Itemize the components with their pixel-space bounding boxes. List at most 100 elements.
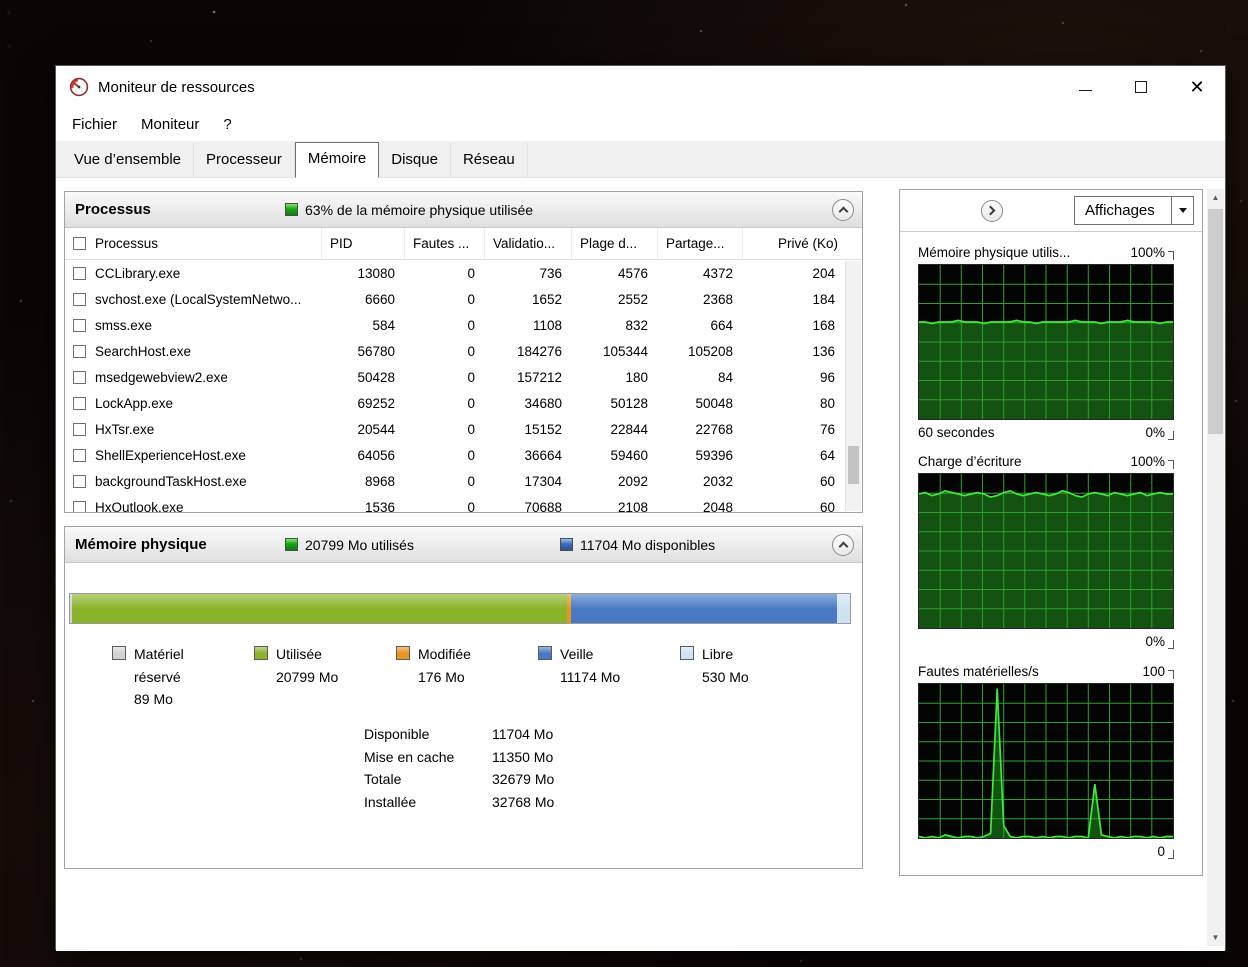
column-header-pid[interactable]: PID bbox=[322, 228, 405, 259]
graph-min-label: 0% bbox=[1145, 425, 1165, 440]
memory-available-text: 11704 Mo disponibles bbox=[580, 536, 716, 553]
tab-r-seau[interactable]: Réseau bbox=[451, 143, 528, 177]
processes-panel-title: Processus bbox=[75, 201, 151, 218]
resource-monitor-window: Moniteur de ressources ✕ Fichier Moniteur… bbox=[55, 65, 1226, 951]
legend-item-mat-riel: Matériel réservé 89 Mo bbox=[112, 643, 254, 711]
graph-max-label: 100% bbox=[1130, 454, 1165, 469]
graph-min-label: 0 bbox=[1157, 844, 1165, 859]
column-header-processus[interactable]: Processus bbox=[65, 228, 322, 259]
column-header-validatio[interactable]: Validatio... bbox=[485, 228, 572, 259]
scale-tick-top bbox=[1168, 251, 1174, 260]
minimize-button[interactable] bbox=[1057, 66, 1113, 108]
graph-plot-area bbox=[918, 264, 1174, 420]
process-checkbox[interactable] bbox=[73, 266, 86, 280]
chevron-right-icon bbox=[985, 205, 996, 216]
memory-bar-segment-utilis-e bbox=[72, 594, 568, 623]
process-checkbox[interactable] bbox=[73, 318, 86, 332]
column-header-partage[interactable]: Partage... bbox=[658, 228, 743, 259]
scale-tick-bottom bbox=[1168, 431, 1174, 440]
process-row[interactable]: CCLibrary.exe 13080 0 736 4576 4372 204 bbox=[65, 260, 845, 286]
memory-stats: Disponible 11704 Mo Mise en cache 11350 Mo T… bbox=[364, 723, 554, 813]
maximize-button[interactable] bbox=[1113, 66, 1169, 108]
title-bar[interactable]: Moniteur de ressources ✕ bbox=[56, 66, 1225, 108]
physical-memory-panel: Mémoire physique 20799 Mo utilisés 11704… bbox=[64, 526, 863, 869]
tab-vue-d-ensemble[interactable]: Vue d’ensemble bbox=[62, 143, 195, 177]
memory-available-icon bbox=[560, 538, 573, 551]
tab-m-moire[interactable]: Mémoire bbox=[294, 142, 380, 178]
process-row[interactable]: HxOutlook.exe 1536 0 70688 2108 2048 60 bbox=[65, 494, 845, 513]
process-name: HxTsr.exe bbox=[95, 421, 155, 437]
process-name: LockApp.exe bbox=[95, 395, 174, 411]
legend-color-swatch bbox=[538, 646, 552, 660]
scroll-down-arrow[interactable]: ▼ bbox=[1207, 929, 1224, 946]
scale-tick-top bbox=[1168, 670, 1174, 679]
graph-title: Charge d’écriture bbox=[918, 454, 1022, 469]
process-row[interactable]: backgroundTaskHost.exe 8968 0 17304 2092 2032… bbox=[65, 468, 845, 494]
graphs-sidebar: Affichages Mémoire physique utilis... 100… bbox=[899, 189, 1203, 876]
legend-color-swatch bbox=[396, 646, 410, 660]
process-name: msedgewebview2.exe bbox=[95, 369, 228, 385]
menu-item-moniteur[interactable]: Moniteur bbox=[129, 108, 211, 141]
close-button[interactable]: ✕ bbox=[1169, 66, 1225, 108]
process-checkbox[interactable] bbox=[73, 448, 86, 462]
process-name: CCLibrary.exe bbox=[95, 265, 181, 281]
affichages-dropdown[interactable]: Affichages bbox=[1074, 196, 1194, 225]
scale-tick-top bbox=[1168, 460, 1174, 469]
graph-title: Fautes matérielles/s bbox=[918, 664, 1039, 679]
process-row[interactable]: ShellExperienceHost.exe 64056 0 36664 59460 5… bbox=[65, 442, 845, 468]
maximize-icon bbox=[1135, 81, 1147, 93]
column-header-priv-ko[interactable]: Privé (Ko) bbox=[743, 228, 845, 259]
legend-item-libre: Libre 530 Mo bbox=[680, 643, 822, 711]
processes-panel-header[interactable]: Processus 63% de la mémoire physique uti… bbox=[65, 192, 862, 228]
memory-legend: Matériel réservé 89 Mo Utilisée 20799 Mo Modi… bbox=[69, 643, 858, 711]
memory-collapse-button[interactable] bbox=[832, 533, 854, 556]
menu-item-fichier[interactable]: Fichier bbox=[60, 108, 129, 141]
menu-item-[interactable]: ? bbox=[211, 108, 243, 141]
sidebar-header: Affichages bbox=[900, 190, 1202, 232]
processes-table-scrollbar[interactable] bbox=[845, 261, 861, 511]
legend-item-modifi-e: Modifiée 176 Mo bbox=[396, 643, 538, 711]
sidebar-collapse-button[interactable] bbox=[980, 199, 1003, 222]
processes-table-header: Processus PID Fautes ... Validatio... Plage … bbox=[65, 228, 862, 260]
process-checkbox[interactable] bbox=[73, 396, 86, 410]
select-all-checkbox[interactable] bbox=[73, 237, 86, 250]
dropdown-arrow-button[interactable] bbox=[1171, 197, 1193, 224]
process-checkbox[interactable] bbox=[73, 370, 86, 384]
column-header-fautes[interactable]: Fautes ... bbox=[405, 228, 485, 259]
column-header-plage-d[interactable]: Plage d... bbox=[572, 228, 658, 259]
processes-collapse-button[interactable] bbox=[832, 198, 854, 221]
process-row[interactable]: HxTsr.exe 20544 0 15152 22844 22768 76 bbox=[65, 416, 845, 442]
graph-plot-area bbox=[918, 683, 1174, 839]
process-row[interactable]: LockApp.exe 69252 0 34680 50128 50048 80 bbox=[65, 390, 845, 416]
graph-max-label: 100% bbox=[1130, 245, 1165, 260]
process-row[interactable]: SearchHost.exe 56780 0 184276 105344 105208 13… bbox=[65, 338, 845, 364]
process-checkbox[interactable] bbox=[73, 422, 86, 436]
process-checkbox[interactable] bbox=[73, 500, 86, 512]
process-checkbox[interactable] bbox=[73, 344, 86, 358]
process-name: smss.exe bbox=[95, 317, 153, 333]
graph-plot-area bbox=[918, 473, 1174, 629]
processes-panel: Processus 63% de la mémoire physique uti… bbox=[64, 191, 863, 513]
memory-panel-header[interactable]: Mémoire physique 20799 Mo utilisés 11704… bbox=[65, 527, 862, 563]
process-checkbox[interactable] bbox=[73, 474, 86, 488]
affichages-label: Affichages bbox=[1085, 202, 1155, 219]
minimize-icon bbox=[1078, 90, 1092, 91]
processes-scrollbar-thumb[interactable] bbox=[848, 446, 859, 484]
scale-tick-bottom bbox=[1168, 850, 1174, 859]
tab-disque[interactable]: Disque bbox=[379, 143, 451, 177]
process-row[interactable]: smss.exe 584 0 1108 832 664 168 bbox=[65, 312, 845, 338]
process-row[interactable]: svchost.exe (LocalSystemNetwo... 6660 0 165… bbox=[65, 286, 845, 312]
process-checkbox[interactable] bbox=[73, 292, 86, 306]
memory-composition-bar bbox=[69, 593, 851, 624]
process-row[interactable]: msedgewebview2.exe 50428 0 157212 180 84 96 bbox=[65, 364, 845, 390]
main-scrollbar[interactable]: ▲ ▼ bbox=[1207, 189, 1224, 946]
chevron-up-icon bbox=[838, 541, 848, 552]
window-title: Moniteur de ressources bbox=[98, 78, 255, 96]
memory-stat-totale: Totale 32679 Mo bbox=[364, 771, 555, 788]
process-name: svchost.exe (LocalSystemNetwo... bbox=[95, 291, 302, 307]
main-scrollbar-thumb[interactable] bbox=[1208, 209, 1223, 434]
process-name: HxOutlook.exe bbox=[95, 499, 184, 513]
process-name: backgroundTaskHost.exe bbox=[95, 473, 247, 489]
scroll-up-arrow[interactable]: ▲ bbox=[1207, 189, 1224, 206]
tab-processeur[interactable]: Processeur bbox=[194, 143, 295, 177]
